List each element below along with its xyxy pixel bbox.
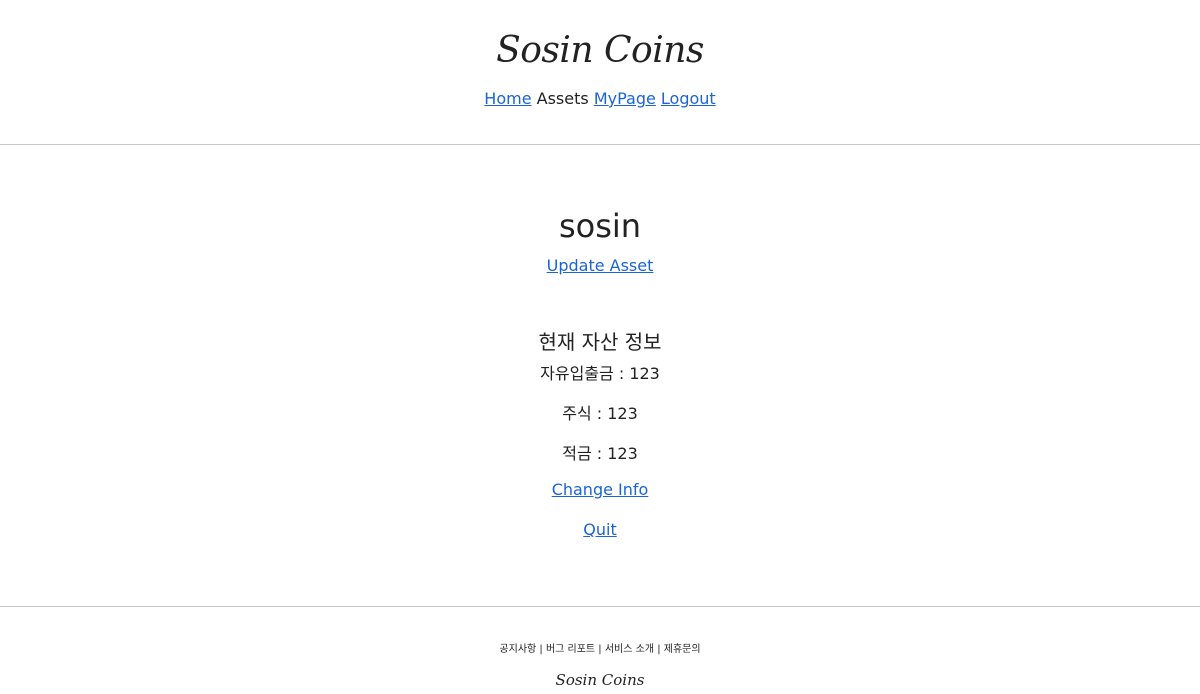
site-header: Sosin Coins Home Assets MyPage Logout [0,0,1200,145]
main-nav: Home Assets MyPage Logout [0,89,1200,108]
nav-item-assets-current: Assets [536,89,589,108]
site-title: Sosin Coins [496,30,704,71]
asset-separator: : [591,444,608,463]
asset-value: 123 [607,444,638,463]
asset-separator: : [613,364,630,383]
asset-separator: : [591,404,608,423]
asset-value: 123 [607,404,638,423]
change-info-link[interactable]: Change Info [552,480,649,499]
footer-links: 공지사항 | 버그 리포트 | 서비스 소개 | 제휴문의 [499,644,701,655]
asset-label: 자유입출금 [540,364,614,383]
asset-value: 123 [629,364,660,383]
nav-link-logout[interactable]: Logout [661,89,716,108]
change-info-row: Change Info [0,480,1200,499]
main-content: sosin Update Asset 현재 자산 정보 자유입출금 : 123 … [0,145,1200,606]
asset-label: 주식 [562,404,592,423]
asset-row-installment-savings: 적금 : 123 [0,440,1200,464]
asset-row-savings-account: 자유입출금 : 123 [0,360,1200,384]
footer-brand: Sosin Coins [555,671,645,689]
quit-link[interactable]: Quit [583,520,616,539]
username-heading: sosin [558,207,642,245]
update-asset-row: Update Asset [0,256,1200,275]
site-footer: 공지사항 | 버그 리포트 | 서비스 소개 | 제휴문의 Sosin Coin… [0,606,1200,694]
nav-link-home[interactable]: Home [484,89,531,108]
asset-info-title: 현재 자산 정보 [538,330,662,354]
update-asset-link[interactable]: Update Asset [547,256,654,275]
asset-label: 적금 [562,444,592,463]
nav-link-mypage[interactable]: MyPage [594,89,656,108]
asset-row-stocks: 주식 : 123 [0,400,1200,424]
quit-row: Quit [0,520,1200,539]
